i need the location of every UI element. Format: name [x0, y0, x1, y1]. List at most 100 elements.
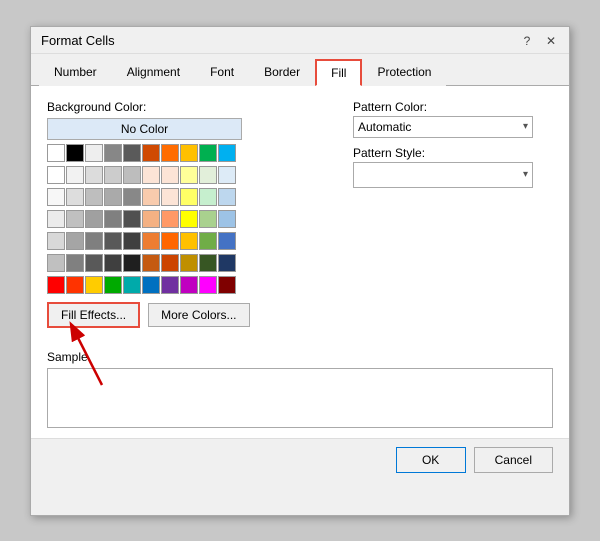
color-cell[interactable]	[218, 276, 236, 294]
color-cell[interactable]	[123, 232, 141, 250]
color-cell[interactable]	[85, 232, 103, 250]
color-cell[interactable]	[66, 232, 84, 250]
color-cell[interactable]	[218, 188, 236, 206]
left-panel: Background Color: No Color Fill Effects.…	[47, 100, 333, 328]
color-grid-row7	[47, 276, 333, 294]
color-cell[interactable]	[180, 276, 198, 294]
color-cell[interactable]	[142, 188, 160, 206]
color-cell[interactable]	[123, 144, 141, 162]
color-cell[interactable]	[199, 144, 217, 162]
color-cell[interactable]	[104, 188, 122, 206]
tab-font[interactable]: Font	[195, 59, 249, 86]
color-cell[interactable]	[104, 254, 122, 272]
title-bar-controls: ? ✕	[519, 33, 559, 49]
color-cell[interactable]	[161, 188, 179, 206]
color-cell[interactable]	[123, 276, 141, 294]
close-button[interactable]: ✕	[543, 33, 559, 49]
color-cell[interactable]	[180, 188, 198, 206]
color-grid-row5	[47, 232, 333, 250]
format-cells-dialog: Format Cells ? ✕ Number Alignment Font B…	[30, 26, 570, 516]
color-cell[interactable]	[123, 188, 141, 206]
color-cell[interactable]	[218, 144, 236, 162]
color-cell[interactable]	[161, 144, 179, 162]
ok-button[interactable]: OK	[396, 447, 466, 473]
dialog-body: Background Color: No Color Fill Effects.…	[31, 86, 569, 342]
color-cell[interactable]	[161, 254, 179, 272]
color-cell[interactable]	[199, 254, 217, 272]
color-cell[interactable]	[142, 232, 160, 250]
color-cell[interactable]	[47, 254, 65, 272]
color-cell[interactable]	[104, 166, 122, 184]
color-cell[interactable]	[180, 232, 198, 250]
color-cell[interactable]	[47, 144, 65, 162]
color-cell[interactable]	[199, 188, 217, 206]
more-colors-button[interactable]: More Colors...	[148, 303, 249, 327]
color-grid-row3	[47, 188, 333, 206]
color-cell[interactable]	[85, 144, 103, 162]
color-cell[interactable]	[85, 210, 103, 228]
color-cell[interactable]	[123, 254, 141, 272]
color-cell[interactable]	[66, 210, 84, 228]
pattern-color-select[interactable]: Automatic ▾	[353, 116, 533, 138]
color-cell[interactable]	[180, 144, 198, 162]
tab-protection[interactable]: Protection	[362, 59, 446, 86]
color-cell[interactable]	[85, 276, 103, 294]
tab-number[interactable]: Number	[39, 59, 112, 86]
pattern-style-chevron: ▾	[523, 169, 528, 180]
color-cell[interactable]	[180, 210, 198, 228]
color-grid-row6	[47, 254, 333, 272]
color-cell[interactable]	[218, 254, 236, 272]
color-cell[interactable]	[218, 232, 236, 250]
color-grid-row2	[47, 166, 333, 184]
tab-border[interactable]: Border	[249, 59, 315, 86]
color-cell[interactable]	[104, 232, 122, 250]
color-cell[interactable]	[104, 210, 122, 228]
color-cell[interactable]	[142, 144, 160, 162]
color-cell[interactable]	[161, 210, 179, 228]
help-button[interactable]: ?	[519, 33, 535, 49]
sample-box	[47, 368, 553, 428]
color-cell[interactable]	[180, 166, 198, 184]
color-cell[interactable]	[123, 166, 141, 184]
fill-effects-button[interactable]: Fill Effects...	[47, 302, 140, 328]
color-cell[interactable]	[66, 144, 84, 162]
color-cell[interactable]	[142, 166, 160, 184]
color-cell[interactable]	[199, 232, 217, 250]
pattern-style-select[interactable]: ▾	[353, 162, 533, 188]
color-cell[interactable]	[218, 210, 236, 228]
color-cell[interactable]	[218, 166, 236, 184]
color-cell[interactable]	[161, 232, 179, 250]
dialog-footer: OK Cancel	[31, 438, 569, 483]
color-cell[interactable]	[47, 210, 65, 228]
no-color-button[interactable]: No Color	[47, 118, 242, 140]
color-cell[interactable]	[142, 276, 160, 294]
color-cell[interactable]	[199, 210, 217, 228]
sample-label: Sample	[47, 350, 553, 364]
color-cell[interactable]	[47, 276, 65, 294]
color-cell[interactable]	[66, 166, 84, 184]
color-cell[interactable]	[104, 276, 122, 294]
color-cell[interactable]	[142, 254, 160, 272]
tab-fill[interactable]: Fill	[315, 59, 362, 86]
color-cell[interactable]	[47, 166, 65, 184]
color-cell[interactable]	[66, 188, 84, 206]
color-cell[interactable]	[66, 276, 84, 294]
right-panel: Pattern Color: Automatic ▾ Pattern Style…	[353, 100, 553, 328]
color-cell[interactable]	[199, 276, 217, 294]
color-cell[interactable]	[47, 188, 65, 206]
color-cell[interactable]	[161, 166, 179, 184]
color-cell[interactable]	[180, 254, 198, 272]
color-cell[interactable]	[85, 188, 103, 206]
color-cell[interactable]	[161, 276, 179, 294]
color-cell[interactable]	[85, 166, 103, 184]
cancel-button[interactable]: Cancel	[474, 447, 553, 473]
color-cell[interactable]	[123, 210, 141, 228]
color-cell[interactable]	[85, 254, 103, 272]
color-grid-row4	[47, 210, 333, 228]
tab-alignment[interactable]: Alignment	[112, 59, 195, 86]
color-cell[interactable]	[66, 254, 84, 272]
color-cell[interactable]	[142, 210, 160, 228]
color-cell[interactable]	[199, 166, 217, 184]
color-cell[interactable]	[47, 232, 65, 250]
color-cell[interactable]	[104, 144, 122, 162]
